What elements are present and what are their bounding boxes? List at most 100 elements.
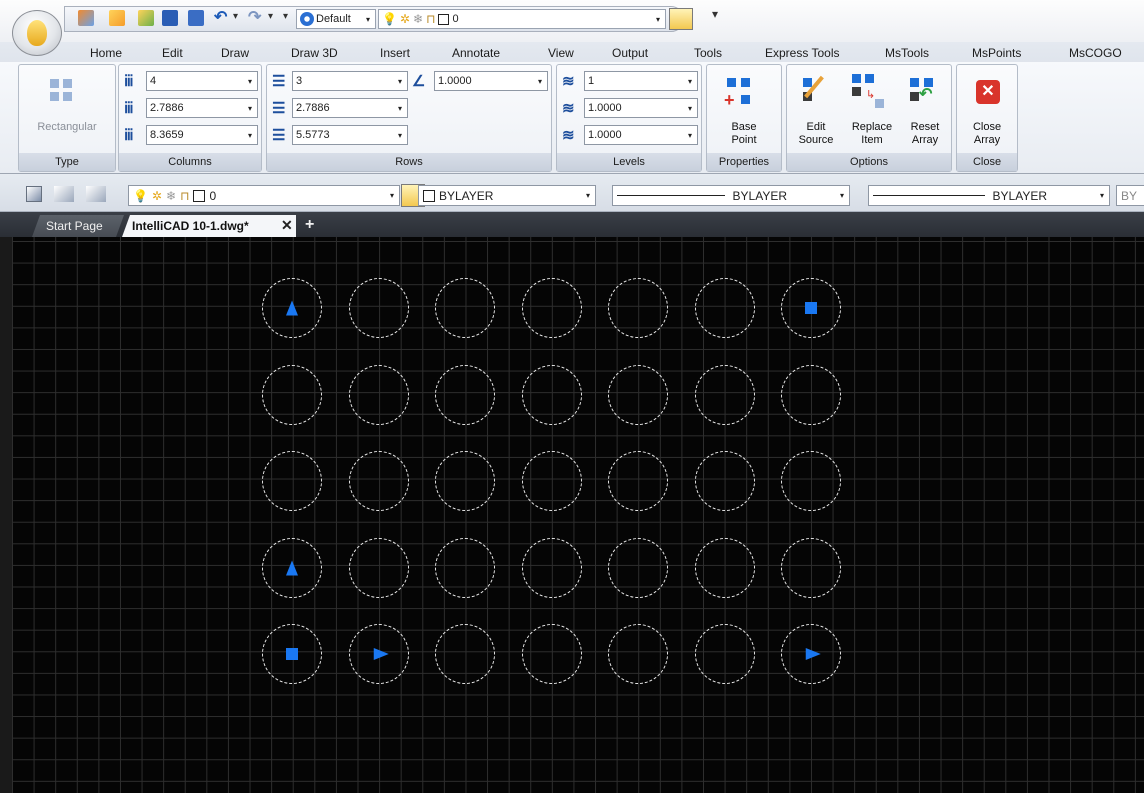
tab-mscogo[interactable]: MsCOGO [1069,46,1122,60]
close-tab-icon[interactable]: ✕ [281,217,293,234]
edit-source-button[interactable]: Edit Source [792,121,840,147]
reset-array-button[interactable]: Reset Array [902,121,948,147]
open-file-icon[interactable] [109,10,125,26]
color-select[interactable]: BYLAYER ▾ [418,185,596,206]
row-incremental-field[interactable]: 1.0000 ▾ [434,71,548,91]
layer-states-icon[interactable] [86,186,106,202]
array-item[interactable] [608,451,668,511]
array-item[interactable] [262,537,322,598]
tab-home[interactable]: Home [90,46,122,60]
array-item[interactable] [608,278,668,338]
level-total-field[interactable]: 1.0000 ▾ [584,125,698,145]
application-menu-button[interactable] [12,10,62,56]
tab-start-page[interactable]: Start Page [31,215,125,237]
square-grip-icon[interactable] [805,302,817,314]
array-item[interactable] [694,451,755,511]
undo-dropdown-icon[interactable]: ▾ [233,11,238,22]
array-item[interactable] [435,364,495,425]
array-item[interactable] [694,537,755,598]
open-folder-icon[interactable] [138,10,154,26]
array-item[interactable] [348,364,409,425]
array-item[interactable] [262,451,322,511]
save-as-icon[interactable] [188,10,204,26]
qat-layer-select[interactable]: 💡 ✲ ❄ ⊓ 0 ▾ [378,9,666,29]
tab-draw[interactable]: Draw [221,46,249,60]
new-tab-icon[interactable]: + [305,216,314,234]
workspace-dropdown-icon[interactable]: ▾ [283,11,288,22]
array-item[interactable] [262,364,322,425]
save-icon[interactable] [162,10,178,26]
layer-manager-icon[interactable] [26,186,42,202]
make-current-layer-button[interactable] [669,8,693,30]
array-item[interactable] [262,278,322,338]
array-item[interactable] [694,278,755,338]
layer-previous-icon[interactable] [54,186,74,202]
array-item[interactable] [781,451,841,511]
square-grip-icon[interactable] [286,648,298,660]
base-point-button[interactable]: Base Point [708,121,780,147]
lineweight-select[interactable]: BYLAYER ▾ [868,185,1110,206]
tab-express-tools[interactable]: Express Tools [765,46,839,60]
redo-icon[interactable]: ↷ [248,10,264,26]
array-item[interactable] [521,278,582,338]
array-item[interactable] [608,624,668,684]
column-spacing-field[interactable]: 2.7886 ▾ [146,98,258,118]
array-item[interactable] [521,451,582,511]
redo-dropdown-icon[interactable]: ▾ [268,11,273,22]
row-total-field[interactable]: 5.5773 ▾ [292,125,408,145]
array-item[interactable] [348,451,409,511]
array-item[interactable] [348,537,409,598]
rectangular-icon-part [63,79,72,88]
array-item[interactable] [521,537,582,598]
arrow-grip-icon[interactable] [286,300,298,316]
array-item[interactable] [608,364,668,425]
replace-item-button[interactable]: Replace Item [842,121,902,147]
array-item[interactable] [435,624,495,684]
customize-qat-icon[interactable]: ▾ [712,7,718,21]
tab-edit[interactable]: Edit [162,46,183,60]
new-drawing-icon[interactable] [78,10,94,26]
rectangular-button[interactable]: Rectangular [20,121,114,134]
array-item[interactable] [348,624,409,684]
row-spacing-field[interactable]: 2.7886 ▾ [292,98,408,118]
array-item[interactable] [348,278,409,338]
tab-active-drawing[interactable]: IntelliCAD 10-1.dwg* [122,215,296,237]
tab-tools[interactable]: Tools [694,46,722,60]
array-item[interactable] [781,537,841,598]
arrow-grip-icon[interactable] [373,648,389,660]
tab-draw-3d[interactable]: Draw 3D [291,46,338,60]
array-item[interactable] [781,624,841,684]
tab-mspoints[interactable]: MsPoints [972,46,1021,60]
layer-select[interactable]: 💡 ✲ ❄ ⊓ 0 ▾ [128,185,400,206]
array-item[interactable] [435,537,495,598]
column-count-field[interactable]: 4 ▾ [146,71,258,91]
column-total-field[interactable]: 8.3659 ▾ [146,125,258,145]
tab-annotate[interactable]: Annotate [452,46,500,60]
tab-view[interactable]: View [548,46,574,60]
arrow-grip-icon[interactable] [286,560,298,575]
row-count-field[interactable]: 3 ▾ [292,71,408,91]
array-item[interactable] [781,278,841,338]
plotstyle-select[interactable]: BY [1116,185,1144,206]
array-item[interactable] [521,624,582,684]
tab-output[interactable]: Output [612,46,648,60]
array-item[interactable] [262,624,322,684]
tab-insert[interactable]: Insert [380,46,410,60]
arrow-grip-icon[interactable] [805,648,821,660]
array-item[interactable] [435,451,495,511]
level-spacing-field[interactable]: 1.0000 ▾ [584,98,698,118]
linetype-select[interactable]: BYLAYER ▾ [612,185,850,206]
undo-icon[interactable]: ↶ [214,10,230,26]
close-array-button[interactable]: Close Array [958,121,1016,147]
close-icon[interactable]: ✕ [976,80,1000,104]
array-item[interactable] [435,278,495,338]
tab-mstools[interactable]: MsTools [885,46,929,60]
array-item[interactable] [694,364,755,425]
workspace-select[interactable]: Default ▾ [296,9,376,29]
level-count-field[interactable]: 1 ▾ [584,71,698,91]
array-item[interactable] [781,364,841,425]
array-item[interactable] [694,624,755,684]
array-item[interactable] [521,364,582,425]
array-item[interactable] [608,537,668,598]
columns-panel-title: Columns [119,153,261,171]
